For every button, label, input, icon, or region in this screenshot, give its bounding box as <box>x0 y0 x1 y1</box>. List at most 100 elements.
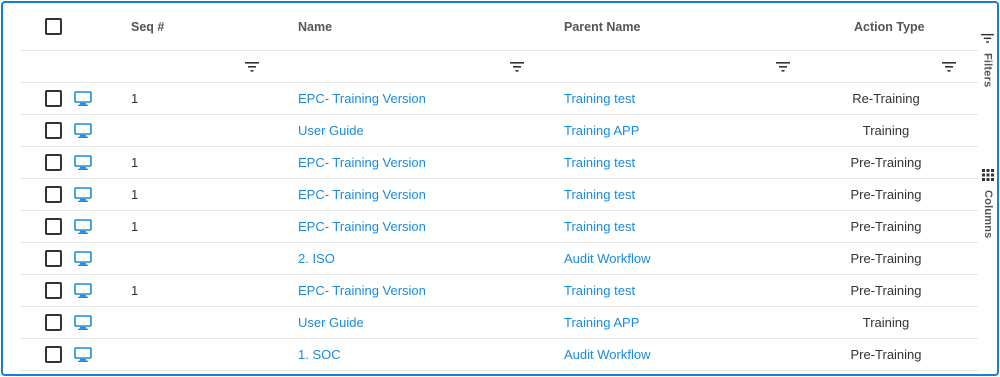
row-view-cell <box>74 115 92 146</box>
monitor-icon[interactable] <box>74 346 92 363</box>
grid-frame: Seq # Name Parent Name Action Type 1 EPC… <box>1 1 999 376</box>
name-link[interactable]: EPC- Training Version <box>298 147 426 178</box>
row-checkbox[interactable] <box>45 90 62 107</box>
monitor-icon[interactable] <box>74 90 92 107</box>
name-link[interactable]: User Guide <box>298 115 364 146</box>
action-type-cell: Pre-Training <box>850 155 922 170</box>
header-parent-name[interactable]: Parent Name <box>564 3 640 50</box>
columns-tab[interactable]: Columns <box>982 168 994 238</box>
seq-cell: 1 <box>131 283 139 298</box>
row-select-cell <box>45 211 62 242</box>
row-checkbox[interactable] <box>45 154 62 171</box>
grid-icon <box>982 168 994 186</box>
name-link[interactable]: EPC- Training Version <box>298 275 426 306</box>
name-link[interactable]: User Guide <box>298 307 364 338</box>
row-select-cell <box>45 179 62 210</box>
row-view-cell <box>74 243 92 274</box>
row-checkbox[interactable] <box>45 218 62 235</box>
row-select-cell <box>45 83 62 114</box>
row-checkbox[interactable] <box>45 346 62 363</box>
name-link[interactable]: EPC- Training Version <box>298 179 426 210</box>
table-row[interactable]: 1. SOC Audit Workflow Pre-Training <box>20 339 978 371</box>
filter-name-cell <box>510 51 524 82</box>
name-link[interactable]: EPC- Training Version <box>298 211 426 242</box>
seq-cell: 1 <box>131 91 139 106</box>
action-type-cell: Pre-Training <box>850 187 922 202</box>
row-select-cell <box>45 307 62 338</box>
action-type-cell: Pre-Training <box>850 219 922 234</box>
row-select-cell <box>45 243 62 274</box>
row-view-cell <box>74 307 92 338</box>
monitor-icon[interactable] <box>74 122 92 139</box>
row-checkbox[interactable] <box>45 314 62 331</box>
parent-name-link[interactable]: Training test <box>564 147 635 178</box>
seq-cell: 1 <box>131 155 139 170</box>
filter-icon[interactable] <box>510 61 524 73</box>
name-link[interactable]: 2. ISO <box>298 243 335 274</box>
table-row[interactable]: 2. ISO Audit Workflow Pre-Training <box>20 243 978 275</box>
filters-tab[interactable]: Filters <box>981 31 994 87</box>
parent-name-link[interactable]: Training APP <box>564 115 639 146</box>
row-checkbox[interactable] <box>45 122 62 139</box>
monitor-icon[interactable] <box>74 250 92 267</box>
row-select-cell <box>45 115 62 146</box>
table-row[interactable]: 1 EPC- Training Version Training test Re-Tr… <box>20 83 978 115</box>
select-all-cell <box>45 3 65 50</box>
seq-cell: 1 <box>131 187 139 202</box>
row-select-cell <box>45 147 62 178</box>
filter-icon[interactable] <box>942 61 956 73</box>
row-select-cell <box>45 339 62 370</box>
table-row[interactable]: User Guide Training APP Training <box>20 307 978 339</box>
action-type-cell: Pre-Training <box>850 347 922 362</box>
row-view-cell <box>74 339 92 370</box>
columns-tab-label: Columns <box>982 190 994 239</box>
table-row[interactable]: 1 EPC- Training Version Training test Pre-T… <box>20 179 978 211</box>
action-type-cell: Training <box>862 123 910 138</box>
filter-icon[interactable] <box>245 61 259 73</box>
parent-name-link[interactable]: Audit Workflow <box>564 339 650 370</box>
table-row[interactable]: 1 EPC- Training Version Training test Pre-T… <box>20 211 978 243</box>
row-view-cell <box>74 147 92 178</box>
parent-name-link[interactable]: Training test <box>564 179 635 210</box>
monitor-icon[interactable] <box>74 314 92 331</box>
seq-cell: 1 <box>131 219 139 234</box>
action-type-cell: Training <box>862 315 910 330</box>
parent-name-link[interactable]: Audit Workflow <box>564 243 650 274</box>
name-link[interactable]: EPC- Training Version <box>298 83 426 114</box>
table-row[interactable]: 1 EPC- Training Version Training test Pre-T… <box>20 147 978 179</box>
row-checkbox[interactable] <box>45 282 62 299</box>
table-row[interactable]: 1 EPC- Training Version Training test Pre-T… <box>20 275 978 307</box>
row-checkbox[interactable] <box>45 250 62 267</box>
parent-name-link[interactable]: Training test <box>564 83 635 114</box>
monitor-icon[interactable] <box>74 218 92 235</box>
row-checkbox[interactable] <box>45 186 62 203</box>
header-seq[interactable]: Seq # <box>131 3 164 50</box>
header-action-type[interactable]: Action Type <box>854 3 925 50</box>
filter-row <box>20 51 978 83</box>
table-row[interactable]: User Guide Training APP Training <box>20 115 978 147</box>
parent-name-link[interactable]: Training test <box>564 275 635 306</box>
select-all-checkbox[interactable] <box>45 18 62 35</box>
row-view-cell <box>74 83 92 114</box>
row-select-cell <box>45 275 62 306</box>
name-link[interactable]: 1. SOC <box>298 339 341 370</box>
action-type-cell: Pre-Training <box>850 251 922 266</box>
filters-tab-label: Filters <box>981 53 994 88</box>
parent-name-link[interactable]: Training APP <box>564 307 639 338</box>
row-view-cell <box>74 179 92 210</box>
filter-icon[interactable] <box>776 61 790 73</box>
parent-name-link[interactable]: Training test <box>564 211 635 242</box>
rows-container: 1 EPC- Training Version Training test Re-Tr… <box>20 83 978 371</box>
monitor-icon[interactable] <box>74 186 92 203</box>
action-type-cell: Re-Training <box>852 91 920 106</box>
filter-seq-cell <box>245 51 259 82</box>
filter-action-cell <box>942 51 956 82</box>
side-tool-panel: Filters Columns <box>975 3 997 374</box>
header-name[interactable]: Name <box>298 3 332 50</box>
action-type-cell: Pre-Training <box>850 283 922 298</box>
data-grid: Seq # Name Parent Name Action Type 1 EPC… <box>20 3 978 371</box>
filter-parent-cell <box>776 51 790 82</box>
monitor-icon[interactable] <box>74 282 92 299</box>
monitor-icon[interactable] <box>74 154 92 171</box>
row-view-cell <box>74 275 92 306</box>
